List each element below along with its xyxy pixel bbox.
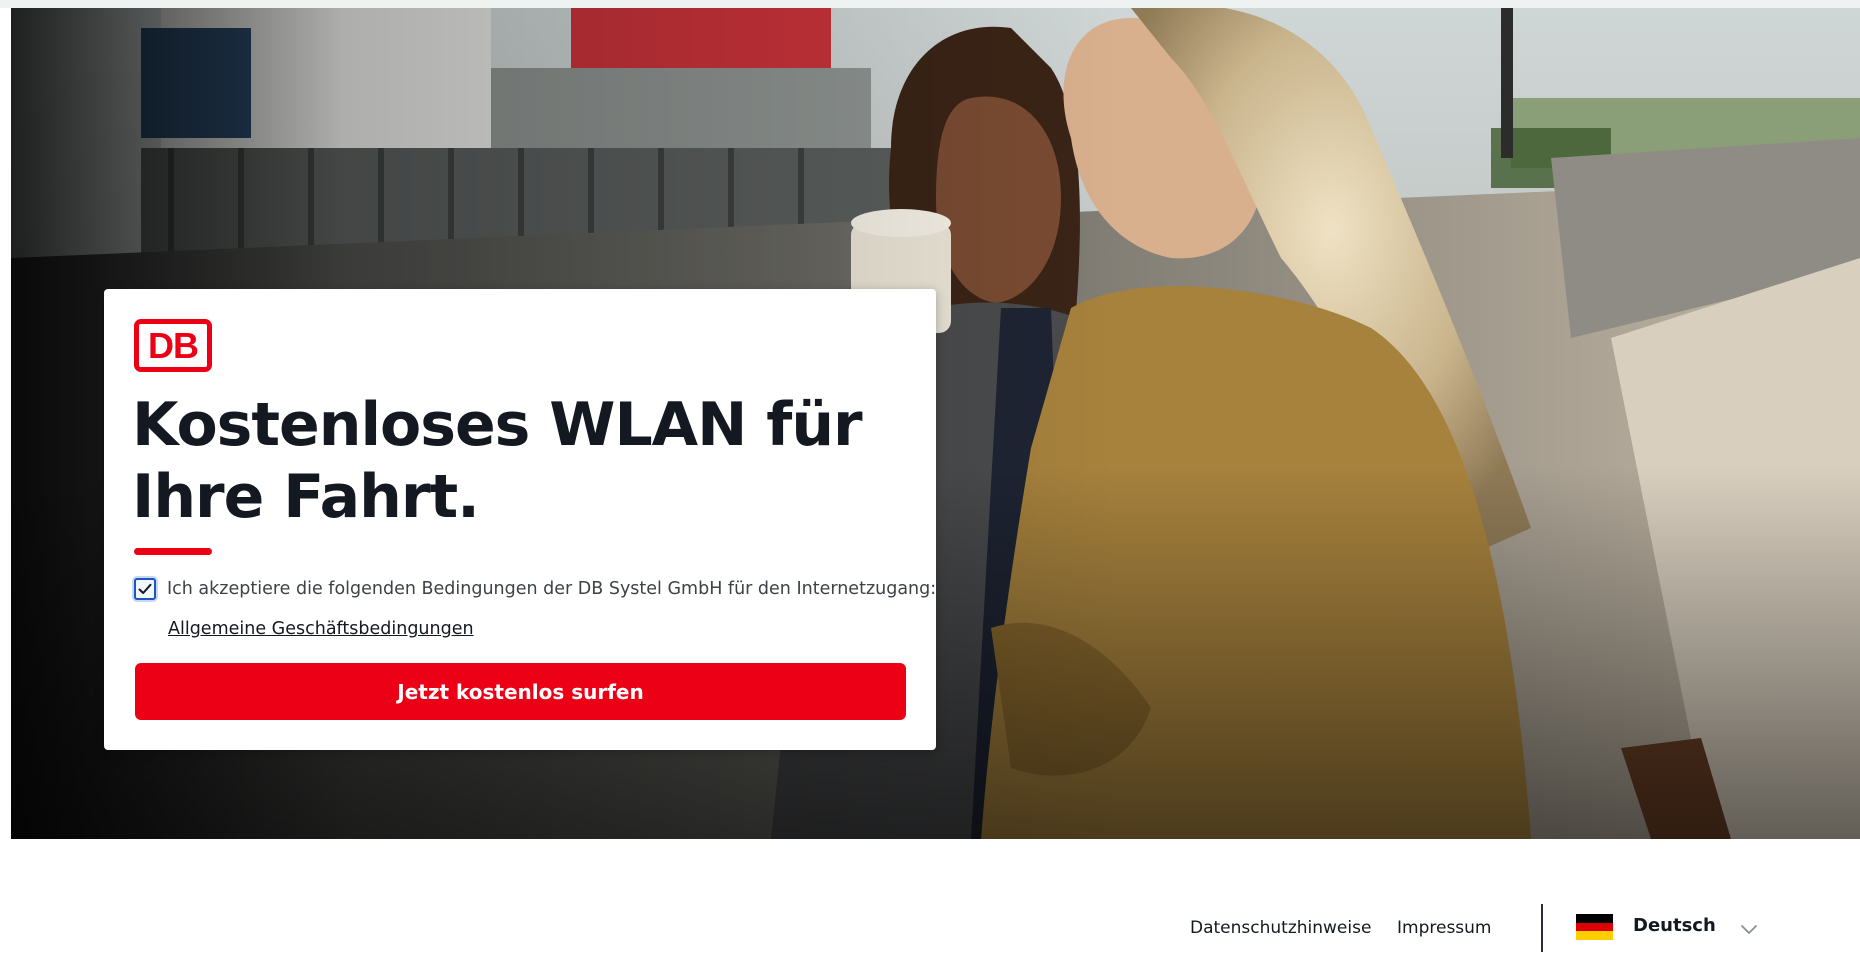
- chevron-down-icon[interactable]: [1738, 918, 1760, 940]
- title-accent-bar: [134, 548, 212, 555]
- wifi-login-card: DB Kostenloses WLAN für Ihre Fahrt. Ich …: [104, 289, 936, 750]
- imprint-link[interactable]: Impressum: [1397, 918, 1492, 938]
- top-strip: [0, 0, 1860, 8]
- consent-row: Ich akzeptiere die folgenden Bedingungen…: [134, 578, 936, 600]
- language-selector[interactable]: Deutsch: [1633, 915, 1716, 936]
- footer: [0, 839, 1860, 975]
- page-title-line-2: Ihre Fahrt.: [132, 462, 480, 532]
- page-title: Kostenloses WLAN für Ihre Fahrt.: [132, 389, 892, 533]
- start-surfing-button[interactable]: Jetzt kostenlos surfen: [135, 663, 906, 720]
- privacy-link[interactable]: Datenschutzhinweise: [1190, 918, 1371, 938]
- footer-divider: [1541, 904, 1543, 952]
- terms-link[interactable]: Allgemeine Geschäftsbedingungen: [168, 619, 474, 639]
- germany-flag-icon: [1576, 914, 1613, 941]
- consent-label: Ich akzeptiere die folgenden Bedingungen…: [167, 579, 937, 599]
- db-logo: DB: [134, 319, 212, 372]
- db-logo-text: DB: [148, 324, 199, 366]
- page-title-line-1: Kostenloses WLAN für: [132, 390, 863, 460]
- consent-checkbox[interactable]: [134, 578, 156, 600]
- checkmark-icon: [138, 583, 152, 594]
